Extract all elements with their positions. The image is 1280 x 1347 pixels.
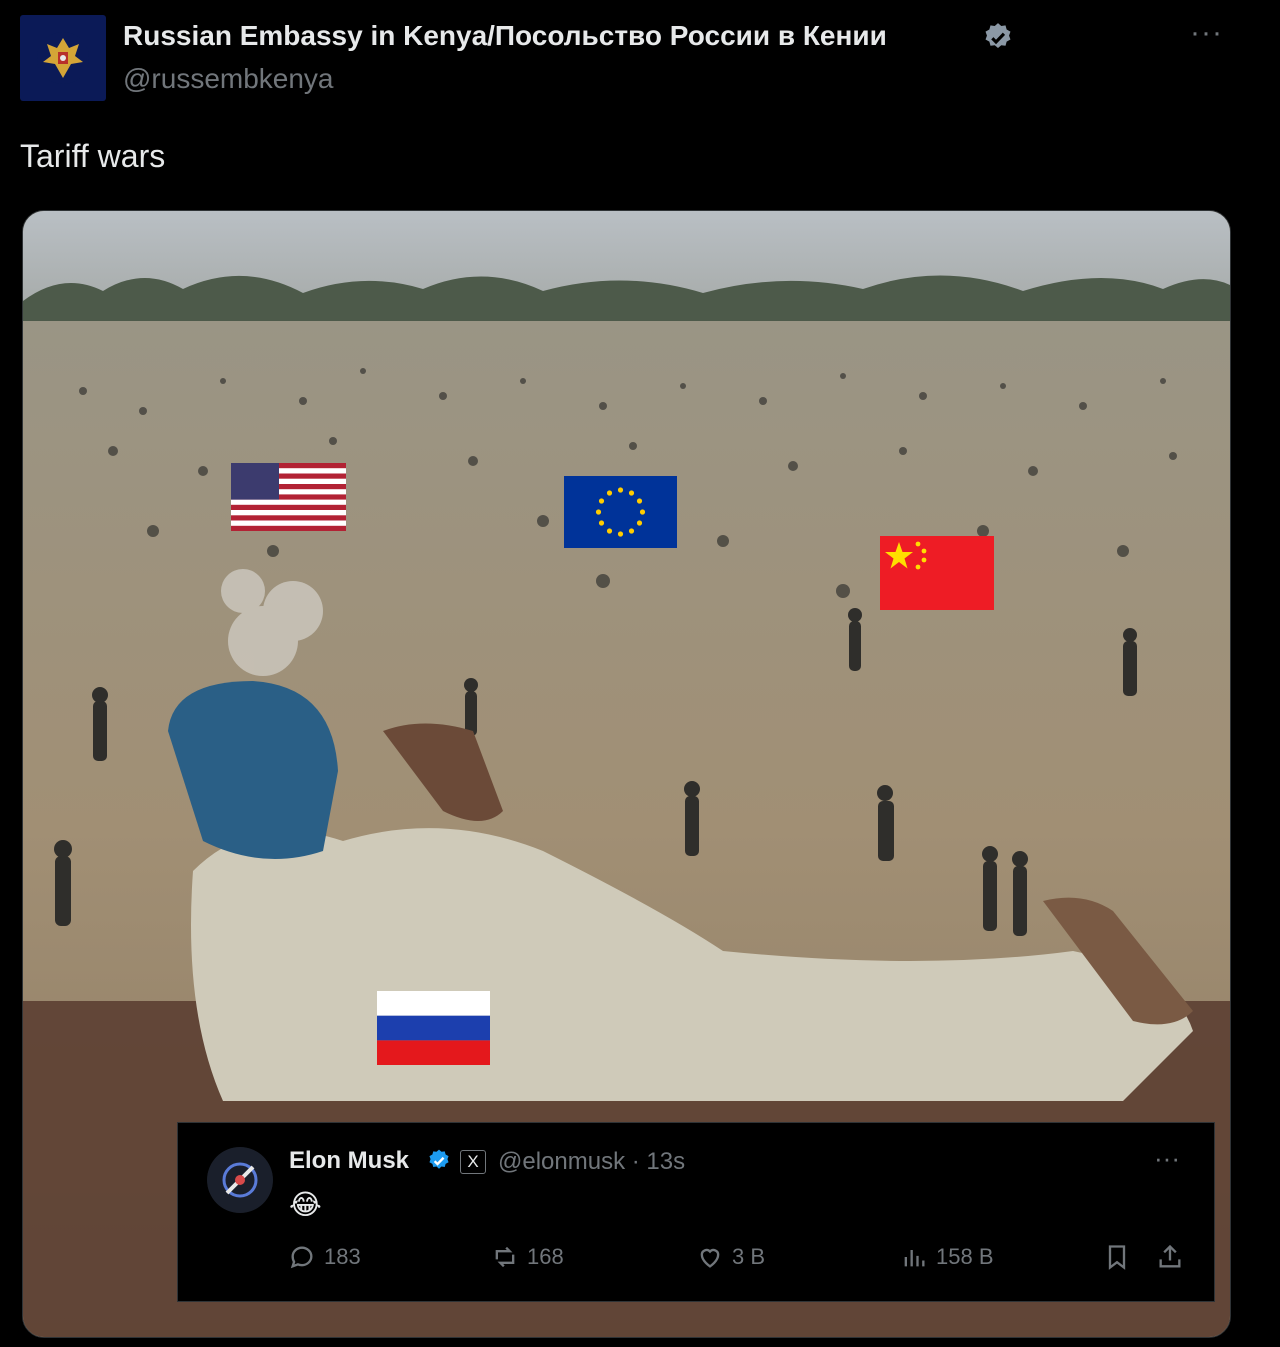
like-button[interactable]: 3 B <box>696 1243 765 1271</box>
flag-china <box>880 536 994 610</box>
quote-more-options-button[interactable]: ··· <box>1154 1143 1180 1174</box>
quote-text: 😂 <box>289 1189 322 1220</box>
reply-button[interactable]: 183 <box>288 1243 361 1271</box>
bookmark-button[interactable] <box>1103 1243 1131 1271</box>
repost-count: 168 <box>527 1244 564 1269</box>
avatar[interactable] <box>20 15 106 101</box>
flag-usa <box>231 463 346 531</box>
coat-of-arms-icon <box>37 32 89 84</box>
reply-icon <box>290 1246 313 1269</box>
verified-badge-icon <box>429 1149 449 1169</box>
handle[interactable]: @russembkenya <box>123 63 334 95</box>
bookmark-icon <box>1108 1245 1126 1270</box>
flag-eu <box>564 476 677 548</box>
share-button[interactable] <box>1156 1243 1184 1271</box>
share-icon <box>1159 1244 1181 1268</box>
display-name[interactable]: Russian Embassy in Kenya/Посольство Росс… <box>123 20 887 52</box>
tweet-text: Tariff wars <box>20 138 166 174</box>
views-button[interactable]: 158 B <box>900 1243 994 1271</box>
quote-reply-card[interactable]: Elon Musk X @elonmusk · 13s ··· 😂 183 16… <box>177 1122 1215 1302</box>
quote-author-name[interactable]: Elon Musk <box>289 1147 409 1175</box>
heart-icon <box>700 1248 720 1268</box>
reply-count: 183 <box>324 1244 361 1269</box>
verified-badge-icon <box>985 23 1011 49</box>
more-options-button[interactable]: ··· <box>1190 16 1223 50</box>
quote-handle-time[interactable]: @elonmusk · 13s <box>498 1148 685 1176</box>
repost-button[interactable]: 168 <box>491 1243 564 1271</box>
views-chart-icon <box>904 1250 925 1267</box>
elon-avatar[interactable] <box>207 1147 273 1213</box>
flag-russia <box>377 991 490 1065</box>
avatar-icon <box>207 1147 273 1213</box>
like-count: 3 B <box>732 1244 766 1269</box>
repost-icon <box>495 1246 515 1268</box>
x-affiliate-badge: X <box>460 1150 486 1174</box>
views-count: 158 B <box>936 1244 994 1269</box>
